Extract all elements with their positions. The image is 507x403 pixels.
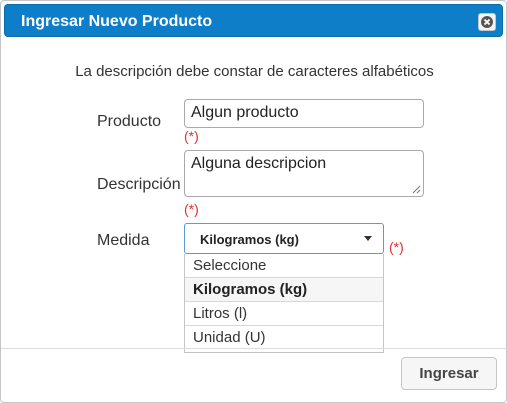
descripcion-textarea[interactable]: Alguna descripcion	[184, 150, 424, 197]
medida-option-selected[interactable]: Kilogramos (kg)	[185, 278, 383, 302]
medida-label: Medida	[97, 232, 150, 249]
medida-select[interactable]: Kilogramos (kg)	[184, 223, 384, 254]
close-icon	[481, 16, 493, 28]
medida-option[interactable]: Unidad (U)	[185, 326, 383, 350]
footer-divider	[1, 348, 507, 349]
validation-message: La descripción debe constar de caractere…	[75, 63, 434, 80]
caret-down-icon	[364, 236, 372, 241]
producto-label: Producto	[97, 113, 162, 130]
medida-option[interactable]: Seleccione	[185, 254, 383, 278]
resize-grip-icon[interactable]	[412, 185, 421, 194]
close-button[interactable]	[478, 13, 496, 31]
dialog-titlebar[interactable]: Ingresar Nuevo Producto	[4, 4, 503, 37]
medida-option[interactable]: Litros (l)	[185, 302, 383, 326]
medida-options-list: Seleccione Kilogramos (kg) Litros (l) Un…	[184, 254, 384, 353]
dialog-title: Ingresar Nuevo Producto	[21, 13, 213, 30]
descripcion-value: Alguna descripcion	[191, 155, 327, 172]
medida-selected-value: Kilogramos (kg)	[200, 232, 299, 247]
descripcion-label: Descripción	[97, 176, 181, 193]
descripcion-required-marker: (*)	[184, 201, 199, 217]
producto-input[interactable]: Algun producto	[184, 99, 424, 128]
ingresar-button[interactable]: Ingresar	[401, 357, 497, 390]
medida-required-marker: (*)	[389, 239, 404, 255]
producto-required-marker: (*)	[184, 128, 199, 144]
dialog: Ingresar Nuevo Producto La descripción d…	[0, 0, 507, 403]
